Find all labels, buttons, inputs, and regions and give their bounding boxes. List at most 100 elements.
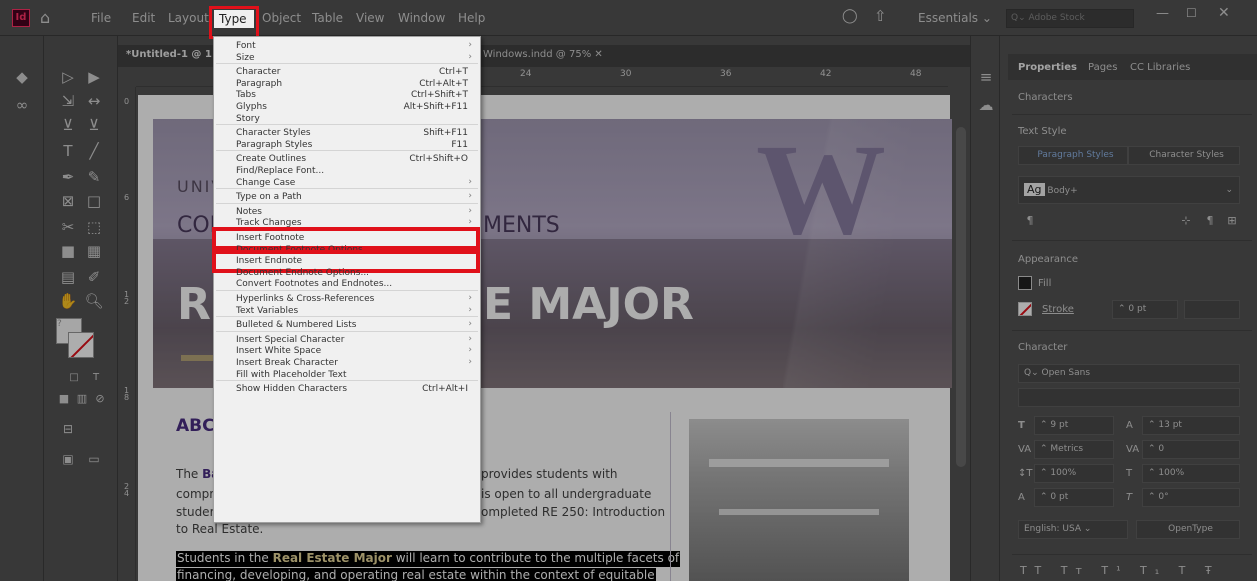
menu-window[interactable]: Window [398,11,445,25]
tab-cc-libraries[interactable]: CC Libraries [1130,62,1190,73]
workspace-switcher[interactable]: Essentials ⌄ [918,11,992,25]
fill-swatch-icon[interactable] [1018,276,1032,290]
apply-gradient-icon[interactable]: ▥ [72,392,92,405]
preview-mode-icon[interactable]: ▣ [58,452,78,466]
vertical-scale-field[interactable]: ⌃ 100% [1034,464,1114,483]
menu-edit[interactable]: Edit [132,11,155,25]
font-family-dropdown[interactable]: Q⌄ Open Sans [1018,364,1240,383]
hand-tool-icon[interactable]: ✋ [58,292,78,310]
rectangle-tool-icon[interactable]: □ [84,192,104,210]
menu-item-show-hidden-characters[interactable]: Show Hidden Characters Ctrl+Alt+I [214,382,480,397]
stroke-swatch-icon[interactable] [1018,302,1032,316]
lightbulb-icon[interactable]: ◯ [842,8,858,24]
selected-text-line[interactable]: Students in the Real Estate Major will l… [176,551,681,567]
gap-tool-icon[interactable]: ↔ [84,92,104,110]
share-icon[interactable]: ⇧ [874,7,887,25]
menu-item-label: Text Variables [236,305,299,316]
body-line[interactable]: is open to all undergraduate [481,487,651,501]
redefine-style-icon[interactable]: ¶ [1200,214,1220,227]
presentation-mode-icon[interactable]: ▭ [84,452,104,466]
content-collector-icon[interactable]: ⊻ [58,116,78,134]
maximize-icon[interactable]: ☐ [1186,6,1197,20]
type-tool-icon[interactable]: T [58,142,78,160]
formatting-text-icon[interactable]: T [86,372,106,383]
skew-field[interactable]: ⌃ 0° [1142,488,1240,507]
line-tool-icon[interactable]: ╱ [84,142,104,160]
paragraph-mark-icon[interactable]: ¶ [1020,214,1040,227]
tracking-field[interactable]: ⌃ 0 [1142,440,1240,459]
menu-type[interactable]: Type [214,10,254,28]
apply-color-icon[interactable]: ■ [54,392,74,405]
tab-windows[interactable]: Windows.indd @ 75% ✕ [483,49,603,60]
new-style-icon[interactable]: ⊞ [1222,214,1242,227]
menu-item-shortcut: F11 [451,139,468,150]
tab-pages[interactable]: Pages [1088,62,1117,73]
gradient-feather-tool-icon[interactable]: ▦ [84,242,104,260]
vertical-ruler[interactable]: 0 6 1 2 1 8 2 4 [118,87,136,581]
menu-item-label: Find/Replace Font... [236,166,325,176]
character-styles-tab[interactable]: Character Styles [1128,146,1240,165]
font-size-field[interactable]: ⌃ 9 pt [1034,416,1114,435]
links-icon[interactable]: ∞ [12,96,32,114]
pencil-tool-icon[interactable]: ✎ [84,168,104,186]
case-buttons-row[interactable]: TT Tᴛ T¹ T₁ T Ŧ [1020,564,1220,577]
stroke-type-dropdown[interactable] [1184,300,1240,319]
formatting-container-icon[interactable]: □ [64,372,84,383]
clear-overrides-icon[interactable]: ⊹ [1176,214,1196,227]
body-line[interactable]: ompleted RE 250: Introduction [481,505,665,519]
selected-text-line[interactable]: financing, developing, and operating rea… [176,568,656,581]
leading-field[interactable]: ⌃ 13 pt [1142,416,1240,435]
gradient-swatch-tool-icon[interactable]: ■ [58,242,78,260]
page-tool-icon[interactable]: ⇲ [58,92,78,110]
menu-file[interactable]: File [91,11,111,25]
selection-tool-icon[interactable]: ▷ [58,68,78,86]
stock-search-input[interactable]: Q⌄ Adobe Stock [1006,9,1134,28]
body-line[interactable]: provides students with [481,467,618,481]
style-dropdown[interactable]: Ag Body+ ⌄ [1018,176,1240,204]
font-style-dropdown[interactable] [1018,388,1240,407]
vertical-scrollbar[interactable] [952,67,970,581]
body-line[interactable]: compr [176,487,214,501]
menu-layout[interactable]: Layout [168,11,209,25]
close-icon[interactable]: ✕ [1218,5,1230,21]
paragraph-styles-tab[interactable]: Paragraph Styles [1018,146,1128,165]
building-interior-photo[interactable] [689,419,909,581]
cc-libraries-icon[interactable]: ☁ [976,96,996,114]
rectangle-frame-tool-icon[interactable]: ⊠ [58,192,78,210]
opentype-button[interactable]: OpenType [1136,520,1240,539]
baseline-shift-field[interactable]: ⌃ 0 pt [1034,488,1114,507]
menu-table[interactable]: Table [312,11,343,25]
menu-item-label: Paragraph Styles [236,139,313,150]
free-transform-tool-icon[interactable]: ⬚ [84,218,104,236]
content-placer-icon[interactable]: ⊻ [84,116,104,134]
section-heading[interactable]: ABC [176,416,215,436]
menu-help[interactable]: Help [458,11,485,25]
direct-selection-tool-icon[interactable]: ▶ [84,68,104,86]
screen-mode-icon[interactable]: ⊟ [58,422,78,436]
scissors-tool-icon[interactable]: ✂ [58,218,78,236]
eyedropper-tool-icon[interactable]: ✐ [84,268,104,286]
app-logo-icon[interactable]: Id [12,9,30,27]
note-tool-icon[interactable]: ▤ [58,268,78,286]
fill-stroke-swatch[interactable]: ? [56,318,96,362]
properties-panel-icon[interactable]: ≡ [976,68,996,86]
stroke-weight-field[interactable]: ⌃ 0 pt [1112,300,1178,319]
zoom-tool-icon[interactable]: 🔍︎ [84,292,104,310]
tab-properties[interactable]: Properties [1018,62,1077,73]
menu-object[interactable]: Object [262,11,301,25]
layers-icon[interactable]: ◆ [12,68,32,86]
kerning-field[interactable]: ⌃ Metrics [1034,440,1114,459]
ruler-tick: 1 2 [124,290,130,306]
body-line[interactable]: studer [176,505,215,519]
language-dropdown[interactable]: English: USA ⌄ [1018,520,1128,539]
horizontal-scale-field[interactable]: ⌃ 100% [1142,464,1240,483]
body-line[interactable]: to Real Estate. [176,522,263,536]
menu-view[interactable]: View [356,11,384,25]
scrollbar-thumb[interactable] [956,127,966,467]
minimize-icon[interactable]: — [1156,6,1169,21]
tab-untitled[interactable]: *Untitled-1 @ 1 [126,49,212,60]
pen-tool-icon[interactable]: ✒ [58,168,78,186]
apply-none-icon[interactable]: ⊘ [90,392,110,405]
stroke-label[interactable]: Stroke [1042,304,1074,315]
home-icon[interactable]: ⌂ [40,8,50,27]
